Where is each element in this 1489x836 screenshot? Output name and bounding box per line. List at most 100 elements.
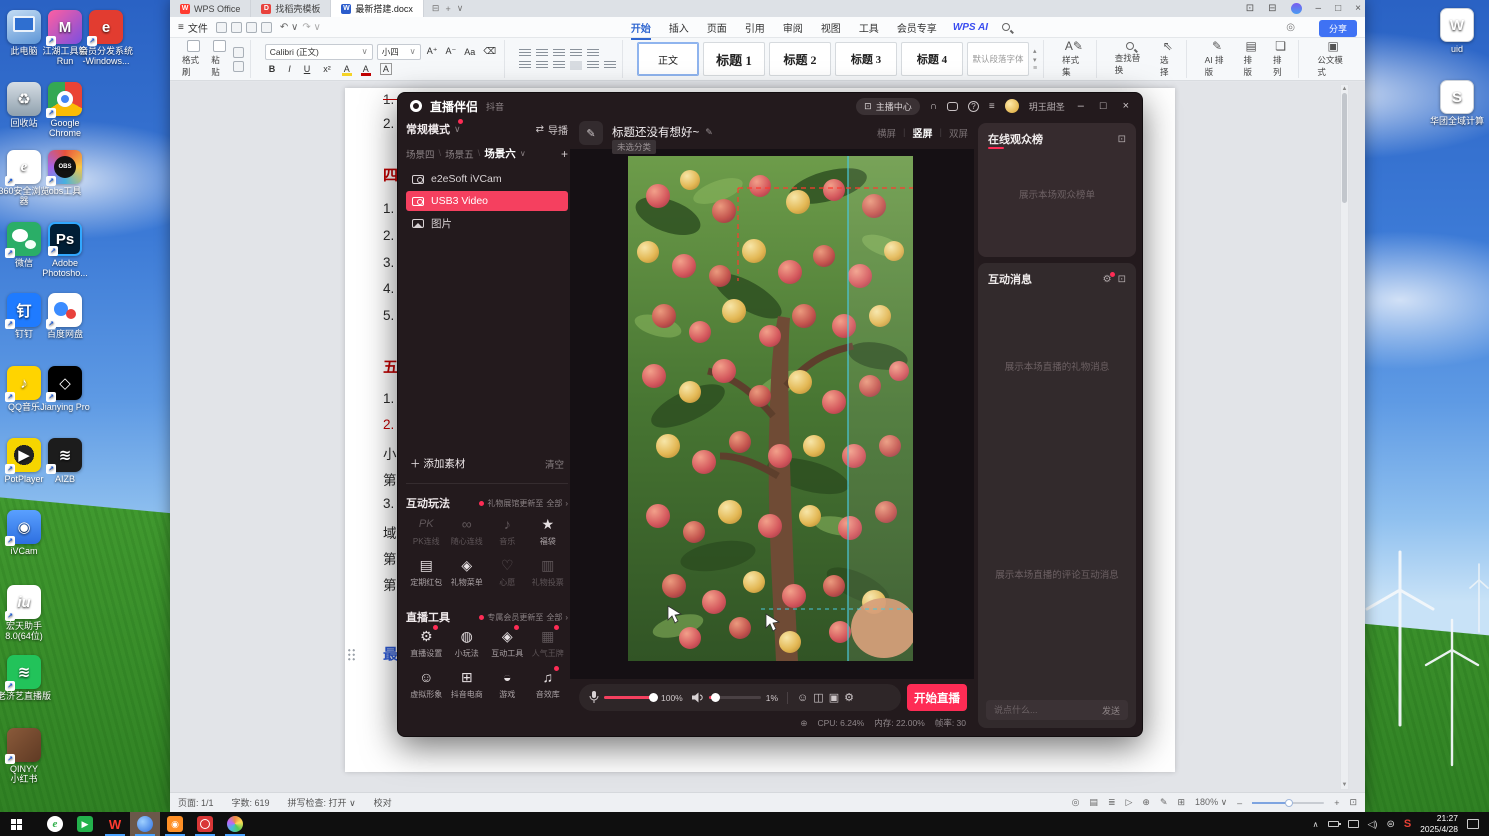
speaker-icon[interactable] bbox=[691, 692, 704, 703]
start-button[interactable] bbox=[4, 812, 28, 836]
display-icon[interactable] bbox=[1347, 820, 1359, 828]
add-scene-button[interactable]: + bbox=[561, 147, 568, 161]
styles-more-icon[interactable]: ≡ bbox=[1033, 65, 1037, 72]
style-heading4[interactable]: 标题 4 bbox=[901, 42, 964, 76]
spellcheck-status[interactable]: 拼写检查: 打开 ∨ bbox=[288, 796, 356, 809]
underline-button[interactable]: U bbox=[302, 64, 313, 74]
tool-item-virtual-avatar[interactable]: ☺ 虚拟形象 bbox=[406, 668, 447, 700]
play-item-gift-menu[interactable]: ◈ 礼物菜单 bbox=[447, 556, 488, 588]
menu-member[interactable]: 会员专享 bbox=[897, 20, 937, 35]
file-menu[interactable]: ≡ 文件 bbox=[178, 20, 208, 35]
style-heading3[interactable]: 标题 3 bbox=[835, 42, 898, 76]
play-item-gift-vote[interactable]: ▥ 礼物投票 bbox=[528, 556, 569, 588]
style-normal[interactable]: 正文 bbox=[637, 42, 700, 76]
play-item-music[interactable]: ♪ 音乐 bbox=[487, 515, 528, 547]
copy-icon[interactable] bbox=[232, 60, 244, 72]
desktop-icon-uid-doc[interactable]: Wuid bbox=[1428, 8, 1486, 54]
tab-templates[interactable]: D 找稻壳模板 bbox=[251, 0, 332, 17]
menu-page[interactable]: 页面 bbox=[707, 20, 727, 35]
send-button[interactable]: 发送 bbox=[1102, 704, 1120, 717]
print-icon[interactable] bbox=[245, 21, 257, 33]
live-close-button[interactable]: × bbox=[1120, 100, 1132, 112]
select-button[interactable]: ⇖ 选择 bbox=[1156, 40, 1180, 78]
export-icon[interactable] bbox=[230, 21, 242, 33]
director-button[interactable]: ⇄ 导播 bbox=[536, 122, 568, 137]
play-item-pk[interactable]: PK PK连线 bbox=[406, 515, 447, 547]
beauty-icon[interactable]: ☺ bbox=[797, 692, 808, 704]
play-item-lucky-bag[interactable]: ★ 福袋 bbox=[528, 515, 569, 547]
camera-preview-video[interactable] bbox=[628, 156, 913, 661]
bullet-list-icon[interactable] bbox=[519, 48, 532, 58]
highlight-color-button[interactable]: A bbox=[341, 64, 352, 76]
scene-dropdown-icon[interactable]: ∨ bbox=[520, 149, 526, 158]
word-count[interactable]: 字数: 619 bbox=[232, 796, 270, 809]
scroll-up-icon[interactable]: ▲ bbox=[1341, 86, 1348, 92]
start-live-button[interactable]: 开始直播 bbox=[907, 684, 967, 711]
zoom-slider-knob[interactable] bbox=[1284, 798, 1293, 807]
message-settings-gear-icon[interactable]: ⚙ bbox=[1103, 271, 1115, 285]
popout-icon[interactable]: ⊡ bbox=[1118, 134, 1126, 145]
camera-toggle-icon[interactable]: ▣ bbox=[829, 691, 839, 704]
speaker-volume-slider[interactable] bbox=[708, 693, 761, 702]
find-replace-button[interactable]: 查找替换 bbox=[1111, 42, 1150, 76]
document-scrollbar[interactable]: ▲ ▼ bbox=[1340, 84, 1349, 790]
live-maximize-button[interactable]: □ bbox=[1097, 100, 1110, 112]
mode-dropdown-icon[interactable]: ∨ bbox=[454, 124, 461, 135]
tab-list-dropdown-icon[interactable]: ∨ bbox=[457, 3, 464, 14]
desktop-icon-qinyy[interactable]: ↗ QINYY 小红书 bbox=[0, 728, 53, 785]
align-center-icon[interactable] bbox=[536, 60, 549, 70]
main-menu-icon[interactable]: ≡ bbox=[989, 101, 995, 112]
feedback-chat-icon[interactable] bbox=[946, 101, 958, 111]
desktop-icon-hongtian[interactable]: iu ↗ 宏天助手 8.0(64位) bbox=[0, 585, 53, 642]
comment-input[interactable] bbox=[994, 705, 1096, 715]
style-default-font[interactable]: 默认段落字体 bbox=[967, 42, 1030, 76]
italic-button[interactable]: I bbox=[286, 64, 293, 74]
font-name-select[interactable]: Calibri (正文) ∨ bbox=[264, 43, 373, 60]
ai-layout-button[interactable]: ✎ AI 排版 bbox=[1201, 40, 1234, 78]
scene-tab[interactable]: 场景五 bbox=[445, 147, 474, 161]
justify-icon[interactable] bbox=[570, 60, 583, 70]
workspace-icon[interactable]: ⊡ bbox=[1246, 3, 1254, 14]
edit-mode-icon[interactable]: ✎ bbox=[1160, 797, 1168, 808]
layout-icon[interactable]: ⊟ bbox=[1268, 3, 1276, 14]
menu-home[interactable]: 开始 bbox=[630, 20, 651, 40]
wps-ai-button[interactable]: WPS AI bbox=[953, 22, 988, 33]
share-button[interactable]: 分享 bbox=[1318, 20, 1357, 37]
desktop-icon-baidu-pan[interactable]: ↗ 百度网盘 bbox=[36, 293, 94, 339]
styles-down-icon[interactable]: ▾ bbox=[1033, 56, 1037, 64]
shading-icon[interactable] bbox=[604, 60, 617, 70]
network-icon[interactable]: ⊜ bbox=[1386, 819, 1394, 830]
desktop-icon-photoshop[interactable]: Ps ↗ Adobe Photosho... bbox=[36, 222, 94, 279]
zoom-out-button[interactable]: – bbox=[1237, 798, 1242, 808]
taskbar-clock[interactable]: 21:27 2025/4/28 bbox=[1420, 813, 1458, 834]
monitor-icon[interactable]: ⊕ bbox=[800, 718, 807, 729]
tool-item-live-settings[interactable]: ⚙ 直播设置 bbox=[406, 625, 447, 659]
proofread-button[interactable]: 校对 bbox=[374, 796, 392, 809]
tab-current-doc[interactable]: W 最新搭建.docx bbox=[331, 0, 424, 17]
page-view-icon[interactable]: ▤ bbox=[1089, 797, 1098, 808]
desktop-icon-live-tool[interactable]: ≋ ↗ 老济艺直播版 bbox=[0, 655, 53, 701]
tool-item-popularity[interactable]: ▦ 人气王牌 bbox=[528, 625, 569, 659]
taskbar-item-orange-app[interactable]: ◉ bbox=[160, 812, 190, 836]
style-set-button[interactable]: A✎ 样式集 bbox=[1058, 40, 1090, 78]
menu-view[interactable]: 视图 bbox=[821, 20, 841, 35]
menu-tools[interactable]: 工具 bbox=[859, 20, 879, 35]
new-tab-button[interactable]: + bbox=[445, 4, 450, 14]
comment-icon[interactable]: ⊟ bbox=[432, 3, 440, 14]
wps-maximize-button[interactable]: □ bbox=[1335, 3, 1341, 14]
format-painter-button[interactable]: 格式刷 bbox=[182, 40, 205, 78]
notification-center-icon[interactable] bbox=[1467, 819, 1479, 829]
taskbar-item-obs[interactable] bbox=[190, 812, 220, 836]
fullscreen-icon[interactable]: ⊡ bbox=[1349, 797, 1357, 808]
wps-close-button[interactable]: × bbox=[1355, 3, 1361, 14]
scroll-down-icon[interactable]: ▼ bbox=[1341, 782, 1348, 788]
stream-title-row[interactable]: 标题还没有想好~ ✎ bbox=[612, 124, 713, 140]
style-heading1[interactable]: 标题 1 bbox=[703, 42, 766, 76]
dual-screen-option[interactable]: 双屏 bbox=[949, 126, 968, 140]
styles-up-icon[interactable]: ▴ bbox=[1033, 47, 1037, 55]
edit-title-button[interactable]: ✎ bbox=[579, 121, 603, 145]
taskbar-item-360-browser[interactable]: e bbox=[40, 812, 70, 836]
arrange-button[interactable]: ❏ 排列 bbox=[1269, 40, 1292, 78]
taskbar-item-wps[interactable]: W bbox=[100, 812, 130, 836]
mirror-flip-icon[interactable]: ◫ bbox=[813, 691, 823, 704]
